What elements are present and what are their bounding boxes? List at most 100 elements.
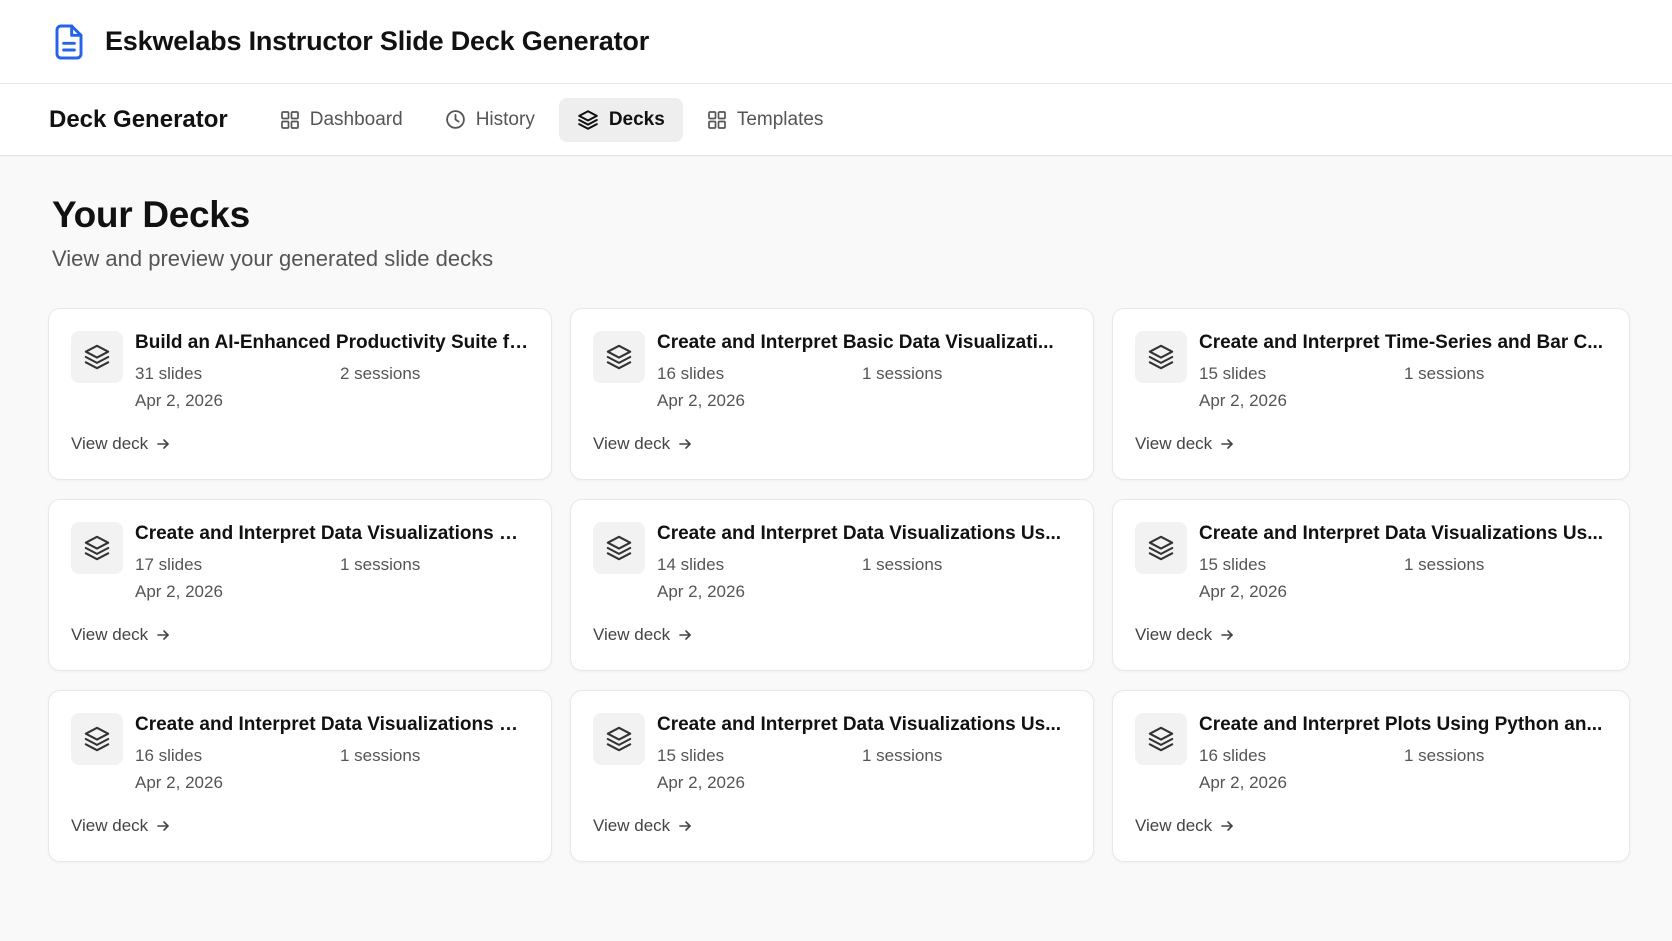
deck-meta: 15 slides 1 sessions <box>657 745 1071 767</box>
deck-session-count: 1 sessions <box>862 555 943 574</box>
deck-card[interactable]: Create and Interpret Data Visualizations… <box>1112 499 1630 671</box>
deck-date: Apr 2, 2026 <box>1199 773 1287 792</box>
main-nav: Deck Generator Dashboard History Decks T… <box>0 84 1672 156</box>
view-deck-label: View deck <box>593 816 671 835</box>
deck-card[interactable]: Create and Interpret Plots Using Python … <box>1112 690 1630 862</box>
deck-date: Apr 2, 2026 <box>1199 582 1287 601</box>
deck-session-count: 1 sessions <box>340 555 421 574</box>
view-deck-label: View deck <box>71 434 149 453</box>
view-deck-link[interactable]: View deck <box>593 625 692 645</box>
nav-item-templates[interactable]: Templates <box>689 98 842 142</box>
deck-slide-count: 14 slides <box>657 555 725 574</box>
view-deck-link[interactable]: View deck <box>71 434 170 454</box>
deck-slide-count: 15 slides <box>1199 555 1267 574</box>
deck-slide-count: 15 slides <box>657 746 725 765</box>
deck-title: Build an AI-Enhanced Productivity Suite … <box>135 332 529 353</box>
view-deck-link[interactable]: View deck <box>593 816 692 836</box>
view-deck-label: View deck <box>71 625 149 644</box>
view-deck-label: View deck <box>71 816 149 835</box>
deck-card[interactable]: Create and Interpret Data Visualizations… <box>570 499 1094 671</box>
view-deck-label: View deck <box>1135 816 1213 835</box>
nav-item-dashboard[interactable]: Dashboard <box>262 98 421 142</box>
view-deck-label: View deck <box>593 434 671 453</box>
deck-date: Apr 2, 2026 <box>135 582 223 601</box>
arrow-right-icon <box>157 821 169 831</box>
deck-card-body: Create and Interpret Data Visualizations… <box>1199 522 1607 603</box>
view-deck-link[interactable]: View deck <box>71 625 170 645</box>
layers-icon <box>593 713 645 765</box>
view-deck-label: View deck <box>1135 625 1213 644</box>
deck-title: Create and Interpret Basic Data Visualiz… <box>657 332 1054 353</box>
deck-card-body: Create and Interpret Data Visualizations… <box>657 522 1071 603</box>
deck-session-count: 2 sessions <box>340 364 421 383</box>
deck-meta: 16 slides 1 sessions <box>1199 745 1607 767</box>
deck-date: Apr 2, 2026 <box>657 582 745 601</box>
view-deck-link[interactable]: View deck <box>1135 816 1234 836</box>
deck-title: Create and Interpret Data Visualizations… <box>135 523 529 544</box>
nav-item-label: History <box>475 108 535 130</box>
deck-card[interactable]: Create and Interpret Time-Series and Bar… <box>1112 308 1630 480</box>
deck-meta: 16 slides 1 sessions <box>135 745 529 767</box>
deck-card[interactable]: Create and Interpret Data Visualizations… <box>48 499 552 671</box>
deck-card[interactable]: Build an AI-Enhanced Productivity Suite … <box>48 308 552 480</box>
layers-icon <box>1135 331 1187 383</box>
layers-icon <box>593 331 645 383</box>
view-deck-link[interactable]: View deck <box>593 434 692 454</box>
deck-meta: 15 slides 1 sessions <box>1199 554 1607 576</box>
nav-item-decks[interactable]: Decks <box>558 97 683 142</box>
deck-date: Apr 2, 2026 <box>135 773 223 792</box>
arrow-right-icon <box>1221 821 1233 831</box>
nav-brand[interactable]: Deck Generator <box>49 106 228 134</box>
layers-icon <box>71 522 123 574</box>
deck-slide-count: 16 slides <box>657 364 725 383</box>
deck-slide-count: 31 slides <box>135 364 203 383</box>
deck-session-count: 1 sessions <box>1404 746 1485 765</box>
deck-slide-count: 16 slides <box>135 746 203 765</box>
view-deck-link[interactable]: View deck <box>1135 625 1234 645</box>
arrow-right-icon <box>679 630 691 640</box>
deck-meta: 17 slides 1 sessions <box>135 554 529 576</box>
deck-slide-count: 17 slides <box>135 555 203 574</box>
deck-slide-count: 16 slides <box>1199 746 1267 765</box>
deck-session-count: 1 sessions <box>340 746 421 765</box>
nav-item-history[interactable]: History <box>427 98 553 142</box>
deck-card-body: Create and Interpret Time-Series and Bar… <box>1199 331 1607 412</box>
app-title: Eskwelabs Instructor Slide Deck Generato… <box>105 26 650 56</box>
deck-date: Apr 2, 2026 <box>657 391 745 410</box>
view-deck-label: View deck <box>1135 434 1213 453</box>
deck-card-body: Build an AI-Enhanced Productivity Suite … <box>135 331 529 412</box>
arrow-right-icon <box>1221 630 1233 640</box>
deck-date: Apr 2, 2026 <box>1199 391 1287 410</box>
arrow-right-icon <box>157 630 169 640</box>
deck-title: Create and Interpret Time-Series and Bar… <box>1199 332 1604 353</box>
layers-icon <box>71 713 123 765</box>
deck-card-body: Create and Interpret Basic Data Visualiz… <box>657 331 1071 412</box>
deck-slide-count: 15 slides <box>1199 364 1267 383</box>
view-deck-link[interactable]: View deck <box>1135 434 1234 454</box>
deck-grid: Build an AI-Enhanced Productivity Suite … <box>48 308 1630 862</box>
page-subtitle: View and preview your generated slide de… <box>52 246 494 271</box>
deck-session-count: 1 sessions <box>1404 555 1485 574</box>
document-icon <box>51 22 87 62</box>
layers-icon <box>578 109 598 130</box>
grid-icon <box>707 110 726 129</box>
clock-icon <box>445 110 465 129</box>
nav-item-label: Templates <box>736 108 824 130</box>
view-deck-link[interactable]: View deck <box>71 816 170 836</box>
deck-date: Apr 2, 2026 <box>135 391 223 410</box>
deck-card-body: Create and Interpret Plots Using Python … <box>1199 713 1607 794</box>
layers-icon <box>1135 522 1187 574</box>
page-title: Your Decks <box>52 194 250 235</box>
deck-card[interactable]: Create and Interpret Basic Data Visualiz… <box>570 308 1094 480</box>
deck-card-body: Create and Interpret Data Visualizations… <box>657 713 1071 794</box>
deck-card[interactable]: Create and Interpret Data Visualizations… <box>570 690 1094 862</box>
arrow-right-icon <box>157 439 169 449</box>
arrow-right-icon <box>679 439 691 449</box>
deck-title: Create and Interpret Data Visualizations… <box>1199 523 1604 544</box>
nav-item-label: Dashboard <box>309 108 403 130</box>
deck-session-count: 1 sessions <box>862 364 943 383</box>
deck-meta: 14 slides 1 sessions <box>657 554 1071 576</box>
grid-icon <box>280 110 299 129</box>
deck-card[interactable]: Create and Interpret Data Visualizations… <box>48 690 552 862</box>
deck-title: Create and Interpret Data Visualizations… <box>135 714 529 735</box>
